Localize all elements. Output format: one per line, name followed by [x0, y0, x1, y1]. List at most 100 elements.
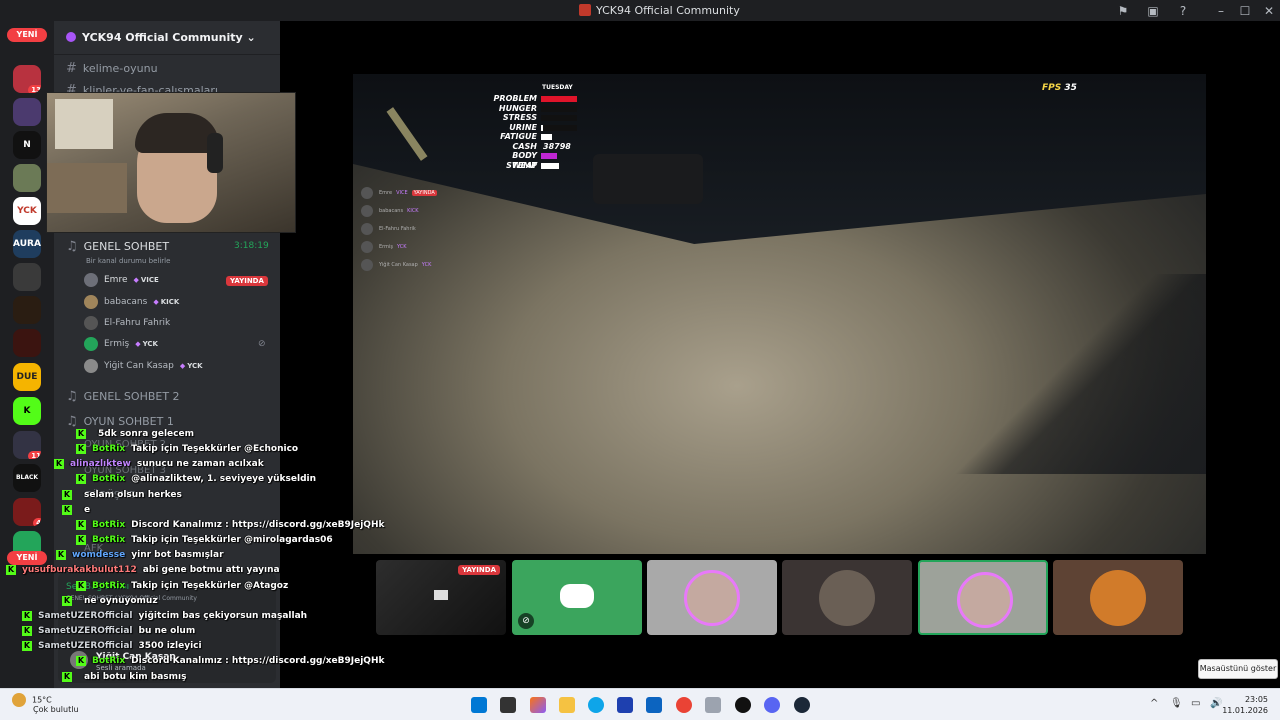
- outlook-icon[interactable]: [646, 697, 662, 713]
- tile-user[interactable]: [782, 560, 912, 635]
- show-desktop-tooltip: Masaüstünü göster: [1198, 659, 1278, 679]
- clock[interactable]: 23:05 11.01.2026: [1222, 694, 1268, 716]
- app-icon[interactable]: [735, 697, 751, 713]
- server-icon[interactable]: 11: [13, 431, 41, 459]
- tile-stream[interactable]: YAYINDA: [376, 560, 506, 635]
- avatar: [819, 570, 875, 626]
- avatar: [84, 272, 98, 287]
- voice-user[interactable]: ErmişYCK: [84, 336, 158, 352]
- hud-stat: HUNGER: [487, 104, 577, 114]
- hud-cash: CASH 38798: [512, 141, 571, 151]
- chat-message: Ke: [62, 505, 91, 515]
- stream-view[interactable]: TUESDAY PROBLEM HUNGER STRESS URINE FATI…: [353, 74, 1206, 554]
- discord-logo-icon: [560, 584, 594, 608]
- server-icon[interactable]: DUE: [13, 363, 41, 391]
- voice-channel-genel-sohbet[interactable]: ♫ GENEL SOHBET: [66, 239, 169, 254]
- chat-message: Kwomdesse yinr bot basmışlar: [56, 550, 224, 560]
- tile-user[interactable]: [647, 560, 777, 635]
- hash-icon: #: [66, 61, 77, 76]
- hud-stat: BODY TEMP: [487, 151, 558, 170]
- voice-user[interactable]: EmreVICE: [84, 272, 159, 288]
- window-title: YCK94 Official Community: [596, 4, 740, 17]
- close-button[interactable]: ✕: [1261, 3, 1277, 19]
- settings-icon[interactable]: [705, 697, 721, 713]
- taskbar: 15°C Çok bulutlu ^ 🎙 ▭ 🔊 23:05 11.01.202…: [0, 688, 1280, 720]
- in-game-voice-overlay: Emre VICE YAYINDA babacans KICK El-Fahru Fa…: [361, 186, 437, 276]
- weather-icon: [12, 693, 26, 707]
- task-view-icon[interactable]: [500, 697, 516, 713]
- server-icon[interactable]: [13, 263, 41, 291]
- maximize-button[interactable]: ☐: [1237, 3, 1253, 19]
- chat-message: K BotRix Takip için Teşekkürler @Atagoz: [76, 581, 289, 591]
- voice-timer: 3:18:19: [234, 241, 269, 251]
- server-icon[interactable]: 13: [13, 65, 41, 93]
- volume-icon[interactable]: 🔊: [1210, 698, 1222, 709]
- channel-status-hint[interactable]: Bir kanal durumu belirle: [86, 257, 170, 265]
- server-icon[interactable]: [13, 296, 41, 324]
- chat-message: K SametUZEROfficial 3500 izleyici: [22, 641, 202, 651]
- webcam-background-window: [55, 99, 113, 149]
- speaker-icon: ♫: [66, 239, 78, 254]
- server-icon[interactable]: [13, 164, 41, 192]
- server-icon[interactable]: N: [13, 131, 41, 159]
- chat-message: K SametUZEROfficial bu ne olum: [22, 626, 196, 636]
- server-icon-yck[interactable]: YCK: [13, 197, 41, 225]
- copilot-icon[interactable]: [530, 697, 546, 713]
- hud-stat: SWEAT: [487, 161, 559, 171]
- server-icon[interactable]: BLACK: [13, 464, 41, 492]
- server-icon[interactable]: [13, 98, 41, 126]
- mute-icon: ⊘: [518, 613, 534, 629]
- start-icon[interactable]: [471, 697, 487, 713]
- tile-user-speaking[interactable]: [918, 560, 1048, 635]
- channel-kelime-oyunu[interactable]: # kelime-oyunu: [66, 61, 158, 76]
- monitor-icon: [434, 590, 448, 600]
- avatar: [1090, 570, 1146, 626]
- mic-icon[interactable]: 🎙: [1170, 698, 1183, 709]
- chrome-icon[interactable]: [676, 697, 692, 713]
- minimize-button[interactable]: –: [1213, 3, 1229, 19]
- voice-user[interactable]: babacansKICK: [84, 294, 179, 310]
- game-floor-edge: [943, 274, 1206, 474]
- network-icon[interactable]: ▭: [1191, 698, 1200, 709]
- live-badge: YAYINDA: [226, 276, 268, 286]
- file-explorer-icon[interactable]: [559, 697, 575, 713]
- chevron-up-icon[interactable]: ^: [1150, 698, 1158, 709]
- guild-icon: [66, 32, 76, 42]
- store-icon[interactable]: [617, 697, 633, 713]
- server-icon[interactable]: AURA: [13, 230, 41, 258]
- guild-header[interactable]: YCK94 Official Community ⌄: [54, 21, 280, 55]
- chat-message: Kalinazlıktew sunucu ne zaman acılxak: [54, 459, 264, 469]
- server-icon[interactable]: 4: [13, 498, 41, 526]
- chat-message: K BotRix Discord Kanalımız : https://disco…: [76, 520, 385, 530]
- server-icon[interactable]: [13, 329, 41, 357]
- chat-message: K BotRix @alinazliktew, 1. seviyeye yüksel…: [76, 474, 317, 484]
- pip-icon[interactable]: ▣: [1145, 3, 1161, 19]
- help-icon[interactable]: ?: [1175, 3, 1191, 19]
- hud-stat: URINE: [487, 123, 577, 133]
- voice-channel-genel-sohbet-2[interactable]: ♫ GENEL SOHBET 2: [66, 389, 180, 404]
- avatar: [957, 572, 1013, 628]
- speaker-icon: ♫: [66, 389, 78, 404]
- weather-widget[interactable]: 15°C Çok bulutlu: [12, 693, 79, 714]
- participant-tiles: YAYINDA ⊘: [376, 560, 1186, 635]
- discord-icon[interactable]: [764, 697, 780, 713]
- voice-user[interactable]: El-Fahru Fahrik: [84, 315, 170, 331]
- chat-message: K BotRix Takip için Teşekkürler @mirolagar…: [76, 535, 333, 545]
- new-pill: YENİ: [7, 28, 47, 42]
- inbox-icon[interactable]: ⚑: [1115, 3, 1131, 19]
- tile-discord-user[interactable]: ⊘: [512, 560, 642, 635]
- chat-message: K BotRix Takip için Teşekkürler @Echonico: [76, 444, 299, 454]
- webcam-background-sofa: [47, 163, 127, 213]
- steam-icon[interactable]: [794, 697, 810, 713]
- chat-message: K BotRix Discord Kanalımız : https://disco…: [76, 656, 385, 666]
- webcam-overlay: [46, 92, 296, 233]
- voice-user[interactable]: Yiğit Can KasapYCK: [84, 358, 203, 374]
- server-icon-kick[interactable]: K: [13, 397, 41, 425]
- headset: [207, 133, 223, 173]
- tile-user[interactable]: [1053, 560, 1183, 635]
- game-object: [593, 154, 703, 204]
- edge-icon[interactable]: [588, 697, 604, 713]
- avatar: [84, 358, 98, 373]
- mute-icon: ⊘: [258, 339, 266, 349]
- hud-stat: STRESS: [487, 113, 577, 123]
